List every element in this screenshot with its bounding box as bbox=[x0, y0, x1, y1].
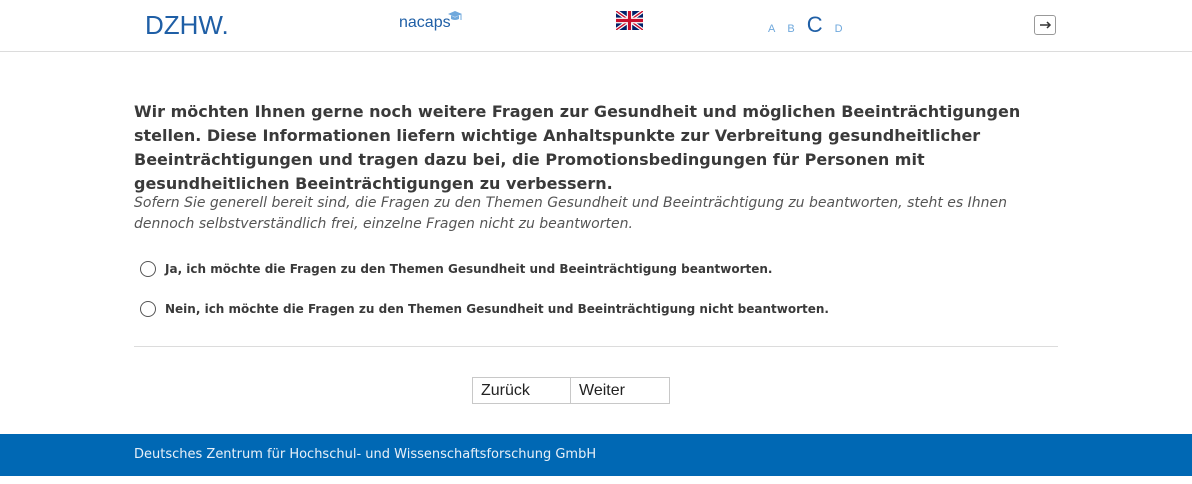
logout-arrow-icon bbox=[1040, 21, 1052, 29]
nacaps-logo[interactable]: nacaps bbox=[399, 11, 462, 32]
nacaps-logo-text: nacaps bbox=[399, 14, 451, 31]
back-button[interactable]: Zurück bbox=[472, 377, 571, 404]
dzhw-logo[interactable]: DZHW. bbox=[145, 10, 229, 41]
option-no[interactable]: Nein, ich möchte die Fragen zu den Theme… bbox=[140, 301, 829, 317]
option-no-label: Nein, ich möchte die Fragen zu den Theme… bbox=[165, 302, 829, 316]
footer: Deutsches Zentrum für Hochschul- und Wis… bbox=[0, 434, 1192, 476]
option-yes-label: Ja, ich möchte die Fragen zu den Themen … bbox=[165, 262, 773, 276]
radio-no[interactable] bbox=[140, 301, 156, 317]
logout-button[interactable] bbox=[1034, 15, 1056, 35]
option-yes[interactable]: Ja, ich möchte die Fragen zu den Themen … bbox=[140, 261, 772, 277]
header: DZHW. nacaps A B C D bbox=[0, 0, 1192, 52]
footer-text: Deutsches Zentrum für Hochschul- und Wis… bbox=[134, 447, 597, 462]
hint-text: Sofern Sie generell bereit sind, die Fra… bbox=[134, 195, 1008, 232]
font-size-d[interactable]: D bbox=[835, 23, 843, 35]
next-button[interactable]: Weiter bbox=[571, 377, 670, 404]
font-size-b[interactable]: B bbox=[787, 23, 794, 35]
font-size-selector: A B C D bbox=[768, 12, 855, 38]
uk-flag-icon[interactable] bbox=[616, 11, 643, 30]
font-size-c[interactable]: C bbox=[807, 12, 823, 38]
graduation-cap-icon bbox=[448, 11, 462, 20]
font-size-a[interactable]: A bbox=[768, 23, 775, 35]
navigation-buttons: Zurück Weiter bbox=[472, 377, 670, 404]
radio-yes[interactable] bbox=[140, 261, 156, 277]
divider bbox=[134, 346, 1058, 347]
question-text: Wir möchten Ihnen gerne noch weitere Fra… bbox=[134, 102, 1021, 193]
